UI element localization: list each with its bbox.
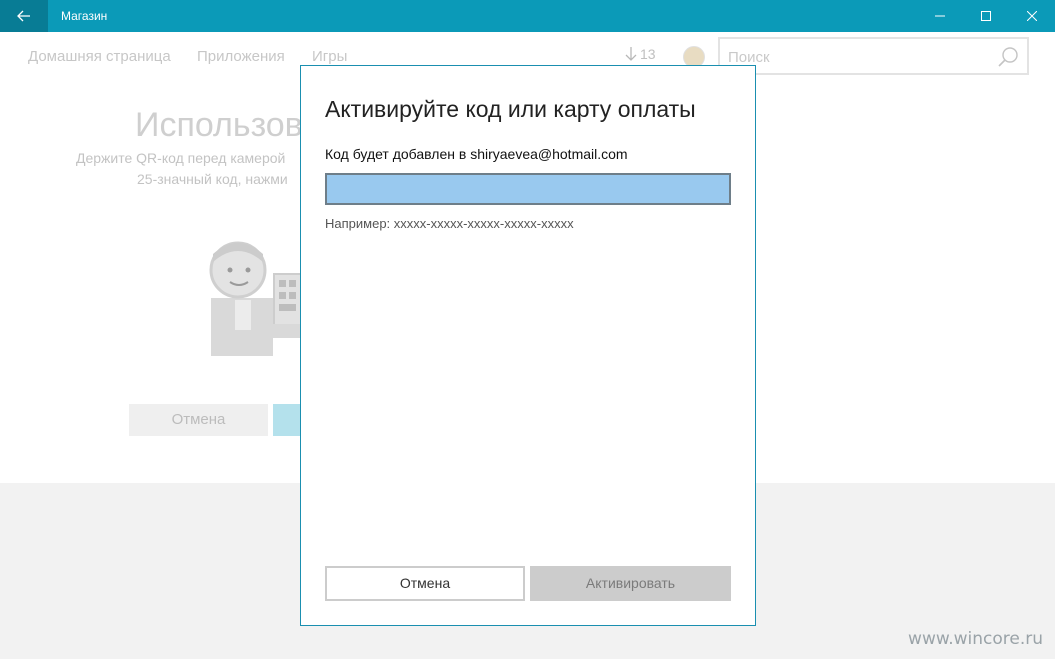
minimize-button[interactable] [917,0,963,32]
nav-item-apps[interactable]: Приложения [197,48,285,65]
maximize-button[interactable] [963,0,1009,32]
minimize-icon [935,15,945,17]
dialog-title: Активируйте код или карту оплаты [325,96,696,122]
nav-item-games[interactable]: Игры [312,48,347,65]
background-instruction-2: 25-значный код, нажми [137,171,288,187]
background-primary-button [273,404,301,436]
background-instruction-1: Держите QR-код перед камерой [76,150,286,166]
search-input[interactable] [728,47,988,67]
back-arrow-icon [17,10,30,22]
person-with-qr-illustration [209,241,303,356]
code-input[interactable] [325,173,731,205]
dialog-account-label: Код будет добавлен в shiryaevea@hotmail.… [325,146,628,162]
download-arrow-icon [625,47,637,61]
cancel-button[interactable]: Отмена [325,566,525,601]
search-icon[interactable] [997,46,1019,68]
downloads-button[interactable]: 13 [625,46,656,62]
watermark: www.wincore.ru [908,629,1043,649]
nav-item-home[interactable]: Домашняя страница [28,48,171,65]
close-icon [1027,11,1037,21]
window-title: Магазин [61,9,108,23]
downloads-count: 13 [640,46,656,62]
title-bar: Магазин [0,0,1055,32]
close-button[interactable] [1009,0,1055,32]
maximize-icon [981,11,991,21]
back-button[interactable] [0,0,48,32]
code-format-hint: Например: xxxxx-xxxxx-xxxxx-xxxxx-xxxxx [325,216,574,231]
search-box [718,37,1029,75]
activate-button[interactable]: Активировать [530,566,731,601]
background-cancel-button: Отмена [129,404,268,436]
redeem-code-dialog: Активируйте код или карту оплаты Код буд… [300,65,756,626]
background-heading: Использова [135,106,322,144]
